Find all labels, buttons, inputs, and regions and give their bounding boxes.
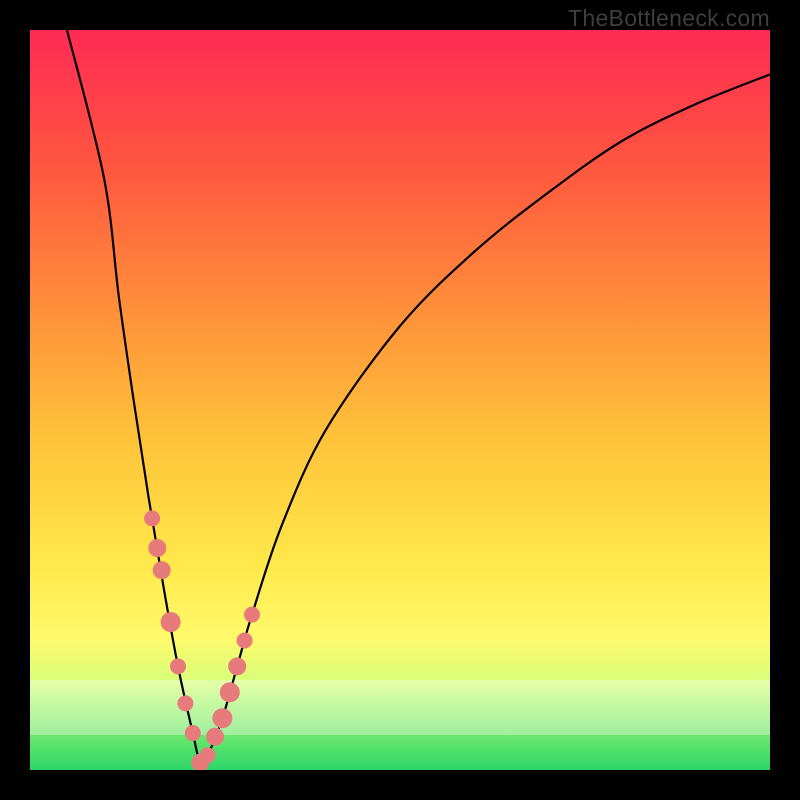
outer-frame: TheBottleneck.com — [0, 0, 800, 800]
curve-marker — [148, 539, 166, 557]
watermark-text: TheBottleneck.com — [568, 5, 770, 32]
curve-marker — [237, 633, 253, 649]
curve-marker — [170, 658, 186, 674]
curve-marker — [228, 657, 246, 675]
curve-marker — [220, 682, 240, 702]
curve-marker — [200, 747, 216, 763]
bottleneck-curve-svg — [30, 30, 770, 770]
plot-area — [30, 30, 770, 770]
curve-marker — [144, 510, 160, 526]
curve-marker — [185, 725, 201, 741]
curve-marker — [212, 708, 232, 728]
curve-marker — [153, 561, 171, 579]
curve-marker — [161, 612, 181, 632]
bottleneck-curve — [67, 30, 770, 764]
curve-marker — [244, 607, 260, 623]
curve-marker — [206, 728, 224, 746]
curve-marker — [177, 695, 193, 711]
